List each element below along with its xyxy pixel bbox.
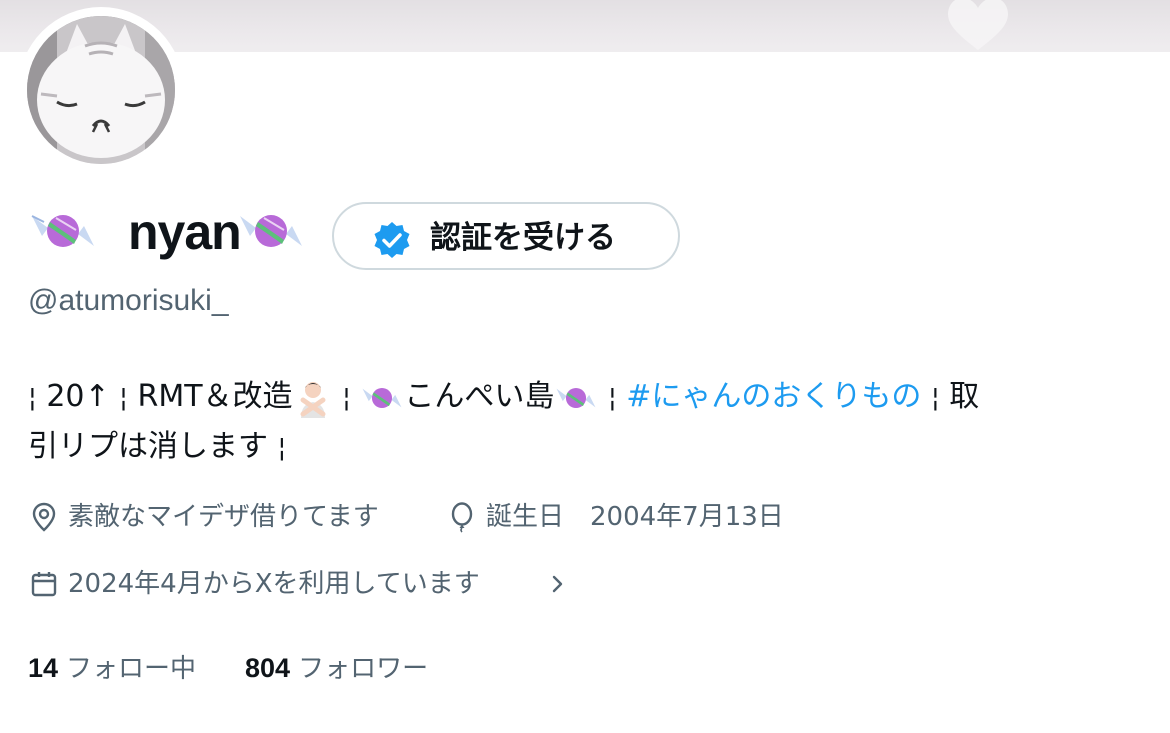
verified-badge-icon — [374, 222, 410, 258]
chevron-right-icon — [552, 575, 563, 593]
bio-hashtag-link[interactable]: #にゃんのおくりもの — [626, 379, 921, 414]
calendar-icon — [31, 572, 57, 597]
followers-link[interactable]: 804 フォロワー — [245, 648, 428, 689]
bio-separator: ¦ — [277, 433, 287, 463]
followers-count: 804 — [245, 653, 291, 683]
bio-rmt: RMT＆改造 — [137, 379, 293, 414]
profile-bio: ¦ 20↑ ¦ RMT＆改造 ¦ こんぺい島 ¦ #にゃんのおくりもの ¦ 取 … — [28, 372, 1146, 472]
candy-icon — [240, 215, 302, 247]
profile-page: nyan 認証を受ける @atumorisuki_ ¦ 20↑ ¦ RMT＆改造 — [0, 0, 1170, 733]
birthday-text: 誕生日 2004年7月13日 — [486, 502, 784, 532]
candy-icon — [362, 387, 402, 408]
following-count: 14 — [28, 653, 59, 683]
bio-separator: ¦ — [119, 383, 128, 413]
location-text: 素敵なマイデザ借りてます — [68, 502, 379, 532]
balloon-icon — [451, 502, 473, 533]
bio-text-tail: 取 — [949, 379, 980, 414]
bio-text: 引リプは消します — [28, 429, 268, 464]
followers-label: フォロワー — [298, 654, 429, 684]
following-link[interactable]: 14 フォロー中 — [28, 648, 196, 689]
joined-text: 2024年4月からXを利用しています — [68, 569, 480, 599]
following-label: フォロー中 — [66, 654, 197, 684]
get-verified-button[interactable]: 認証を受ける — [332, 202, 680, 270]
avatar[interactable] — [18, 7, 184, 173]
heart-decoration-icon — [948, 0, 1008, 50]
avatar-image — [27, 16, 175, 164]
display-name: nyan — [128, 204, 242, 260]
bio-line-2: 引リプは消します ¦ — [28, 422, 1146, 472]
bio-age: 20↑ — [46, 379, 110, 414]
bio-line-1: ¦ 20↑ ¦ RMT＆改造 ¦ こんぺい島 ¦ #にゃんのおくりもの ¦ 取 — [28, 372, 1146, 422]
location-pin-icon — [32, 502, 56, 532]
bio-separator: ¦ — [607, 383, 617, 413]
person-gesturing-no-icon — [300, 381, 326, 418]
joined-date-row[interactable]: 2024年4月からXを利用しています — [28, 564, 728, 604]
profile-meta-row: 素敵なマイデザ借りてます 誕生日 2004年7月13日 — [28, 497, 1028, 537]
candy-icon — [31, 215, 94, 247]
bio-separator: ¦ — [342, 383, 351, 413]
bio-separator: ¦ — [28, 383, 37, 413]
bio-island: こんぺい島 — [404, 379, 555, 414]
bio-separator: ¦ — [930, 383, 940, 413]
profile-banner[interactable] — [0, 0, 1170, 52]
user-handle: @atumorisuki_ — [28, 284, 229, 317]
cat-avatar-icon — [27, 16, 175, 164]
candy-icon — [556, 387, 596, 408]
get-verified-label: 認証を受ける — [430, 220, 616, 256]
